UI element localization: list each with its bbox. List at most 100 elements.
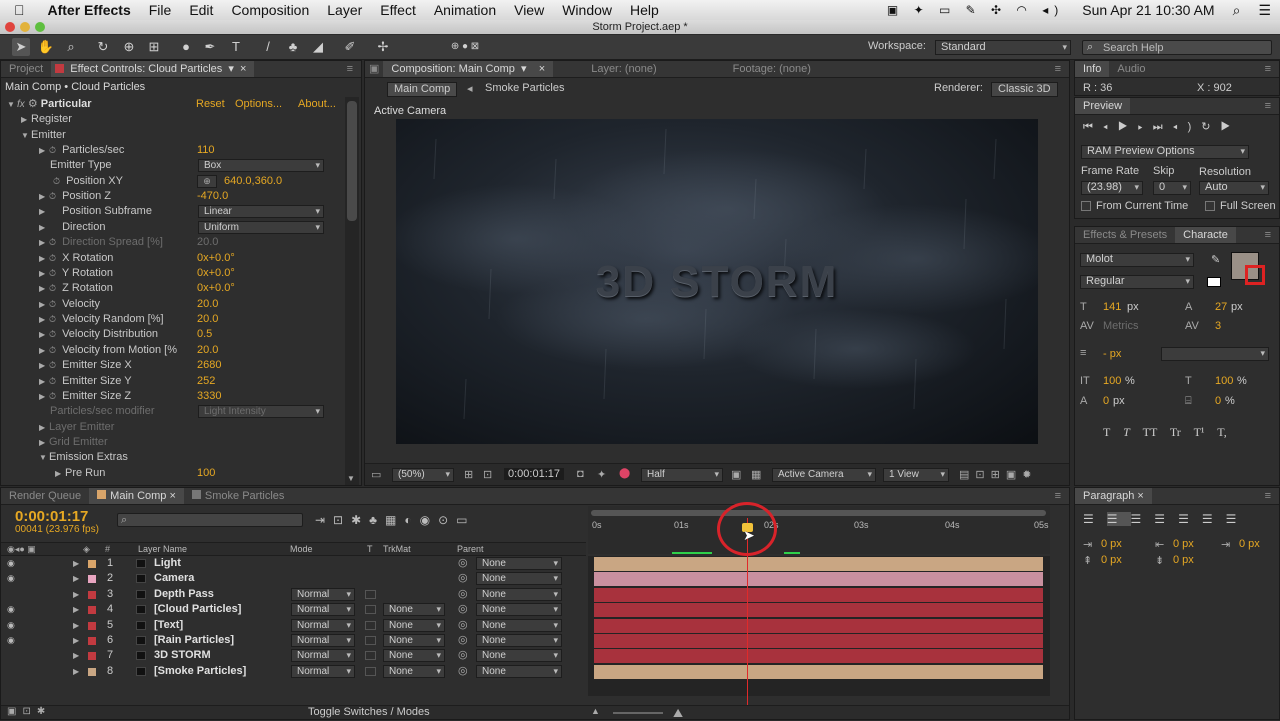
ram-preview-options-dropdown[interactable]: RAM Preview Options <box>1081 145 1249 159</box>
stroke-color-swatch[interactable] <box>1245 265 1265 285</box>
pen-tool-icon[interactable]: ✒ <box>201 38 219 56</box>
layer-mode-dropdown[interactable]: Normal <box>291 618 355 632</box>
layer-expand-icon[interactable]: ▶ <box>73 664 79 679</box>
apple-icon[interactable]:  <box>0 0 34 20</box>
emitter-size-z-value[interactable]: 3330 <box>197 389 221 404</box>
preserve-transparency-toggle[interactable] <box>365 666 376 676</box>
baseline-shift-value[interactable]: 0 <box>1103 395 1109 407</box>
position-subframe-dropdown[interactable]: Linear <box>198 205 324 218</box>
resolution-dropdown[interactable]: Half <box>641 468 723 482</box>
timeline-timecode[interactable]: 0:00:01:17 <box>15 508 88 525</box>
layer-label-swatch[interactable] <box>88 637 96 645</box>
justify-all-icon[interactable]: ☰ <box>1226 512 1250 526</box>
roto-brush-icon[interactable]: ✐ <box>341 38 359 56</box>
search-help-field[interactable]: ⌕ Search Help <box>1082 40 1272 55</box>
notification-icon[interactable]: ☰ <box>1249 0 1280 20</box>
tab-paragraph[interactable]: Paragraph × <box>1075 488 1152 504</box>
snapshot-icon[interactable]: ◘ <box>577 468 584 480</box>
loop-icon[interactable]: ↻ <box>1201 121 1220 133</box>
effect-scrollbar[interactable]: ▼ <box>345 97 359 485</box>
frame-rate-dropdown[interactable]: (23.98) <box>1081 181 1143 195</box>
camera-orbit-icon[interactable]: ⊕ <box>120 38 138 56</box>
y-rotation-value[interactable]: 0x+0.0° <box>197 266 235 281</box>
align-left-icon[interactable]: ☰ <box>1083 512 1107 526</box>
grid-icon[interactable]: ⊞ <box>464 468 473 481</box>
prop-position-z[interactable]: ▶ ⏱ Position Z -470.0 <box>1 189 345 204</box>
layer-name[interactable]: [Cloud Particles] <box>154 602 241 617</box>
faux-italic-button[interactable]: T <box>1123 425 1130 439</box>
timeline-zoom-slider[interactable] <box>613 712 663 714</box>
prev-frame-icon[interactable]: ◂ <box>1103 121 1118 133</box>
layer-mode-dropdown[interactable]: Normal <box>291 587 355 601</box>
preserve-transparency-toggle[interactable] <box>365 651 376 661</box>
tab-effects-presets[interactable]: Effects & Presets <box>1075 227 1175 243</box>
layer-row[interactable]: ◉ ▶ 5 [Text] Normal None ◎ None <box>1 618 586 633</box>
tracking-value[interactable]: 3 <box>1215 320 1221 332</box>
axis-mode-icon[interactable]: ⊕ ● ⊠ <box>440 38 490 56</box>
layer-expand-icon[interactable]: ▶ <box>73 571 79 586</box>
layer-name[interactable]: Depth Pass <box>154 587 214 602</box>
preserve-transparency-toggle[interactable] <box>365 589 376 599</box>
from-current-checkbox[interactable] <box>1081 201 1091 211</box>
layer-duration-bar[interactable] <box>594 649 1043 664</box>
layer-expand-icon[interactable]: ▶ <box>73 618 79 633</box>
layer-label-swatch[interactable] <box>88 652 96 661</box>
parent-dropdown[interactable]: None <box>476 557 562 570</box>
footer-icons[interactable]: ▣⊡✱ <box>7 706 51 717</box>
comp-viewer[interactable]: 3D STORM <box>396 119 1038 444</box>
puppet-pin-icon[interactable]: ✢ <box>374 38 392 56</box>
selection-tool-icon[interactable]: ➤ <box>12 38 30 56</box>
layer-row[interactable]: ◉ ▶ 6 [Rain Particles] Normal None ◎ None <box>1 633 586 648</box>
time-ruler[interactable]: 0s 01s 02s 03s 04s 05s <box>588 506 1050 554</box>
layer-name[interactable]: Camera <box>154 571 194 586</box>
layer-expand-icon[interactable]: ▶ <box>73 602 79 617</box>
parent-pickwhip-icon[interactable]: ◎ <box>458 648 468 663</box>
prop-emission-extras[interactable]: ▼ Emission Extras <box>1 450 345 465</box>
superscript-button[interactable]: T¹ <box>1194 425 1205 439</box>
last-frame-icon[interactable]: ⏭ <box>1153 121 1173 133</box>
tab-smoke-particles[interactable]: Smoke Particles <box>184 488 292 504</box>
align-right-icon[interactable]: ☰ <box>1131 512 1155 526</box>
stroke-width-value[interactable]: - px <box>1103 348 1121 360</box>
status-icons[interactable]: ▣ ✦ ▭ ✎ ✣ ◠ ◂) <box>878 0 1073 20</box>
preview-menu-icon[interactable]: ≡ <box>1257 98 1279 114</box>
camera-view-dropdown[interactable]: Active Camera <box>772 468 876 482</box>
info-menu-icon[interactable]: ≡ <box>1257 61 1279 77</box>
prop-emitter-size-x[interactable]: ▶ ⏱ Emitter Size X 2680 <box>1 358 345 373</box>
roi-icon[interactable]: ▣ <box>731 468 741 481</box>
pan-behind-icon[interactable]: ⊞ <box>145 38 163 56</box>
paragraph-menu-icon[interactable]: ≡ <box>1257 488 1279 504</box>
stroke-style-dropdown[interactable] <box>1161 347 1269 361</box>
indent-first-value[interactable]: 0 px <box>1239 538 1260 550</box>
tab-footage[interactable]: Footage: (none) <box>725 61 819 77</box>
layer-row[interactable]: ▶ 3 Depth Pass Normal ◎ None <box>1 587 586 602</box>
clone-stamp-icon[interactable]: ♣ <box>284 38 302 56</box>
about-link[interactable]: About... <box>298 97 336 112</box>
preserve-transparency-toggle[interactable] <box>365 636 376 645</box>
layer-name[interactable]: 3D STORM <box>154 648 211 663</box>
menu-edit[interactable]: Edit <box>180 0 222 20</box>
velocity-value[interactable]: 20.0 <box>197 297 218 312</box>
leading-value[interactable]: 27 <box>1215 301 1227 313</box>
parent-pickwhip-icon[interactable]: ◎ <box>458 571 468 586</box>
preserve-transparency-toggle[interactable] <box>365 605 376 615</box>
parent-pickwhip-icon[interactable]: ◎ <box>458 556 468 571</box>
prop-particles-sec[interactable]: ▶ ⏱ Particles/sec 110 <box>1 143 345 158</box>
app-menu[interactable]: After Effects <box>34 0 140 20</box>
layer-expand-icon[interactable]: ▶ <box>73 648 79 663</box>
prop-y-rotation[interactable]: ▶ ⏱ Y Rotation 0x+0.0° <box>1 266 345 281</box>
faux-bold-button[interactable]: T <box>1103 425 1110 439</box>
parent-dropdown[interactable]: None <box>476 603 562 617</box>
layer-label-swatch[interactable] <box>88 667 96 676</box>
emitter-size-x-value[interactable]: 2680 <box>197 358 221 373</box>
tab-project[interactable]: Project <box>1 61 51 77</box>
close-window-icon[interactable] <box>5 22 15 32</box>
visibility-eye-icon[interactable]: ◉ <box>7 571 15 586</box>
show-snapshot-icon[interactable]: ✦ <box>597 468 606 481</box>
eyedropper-icon[interactable]: ✎ <box>1211 253 1220 266</box>
parent-dropdown[interactable]: None <box>476 649 562 663</box>
character-menu-icon[interactable]: ≡ <box>1257 227 1279 243</box>
menu-composition[interactable]: Composition <box>222 0 318 20</box>
skip-dropdown[interactable]: 0 <box>1153 181 1191 195</box>
space-before-value[interactable]: 0 px <box>1101 554 1122 566</box>
